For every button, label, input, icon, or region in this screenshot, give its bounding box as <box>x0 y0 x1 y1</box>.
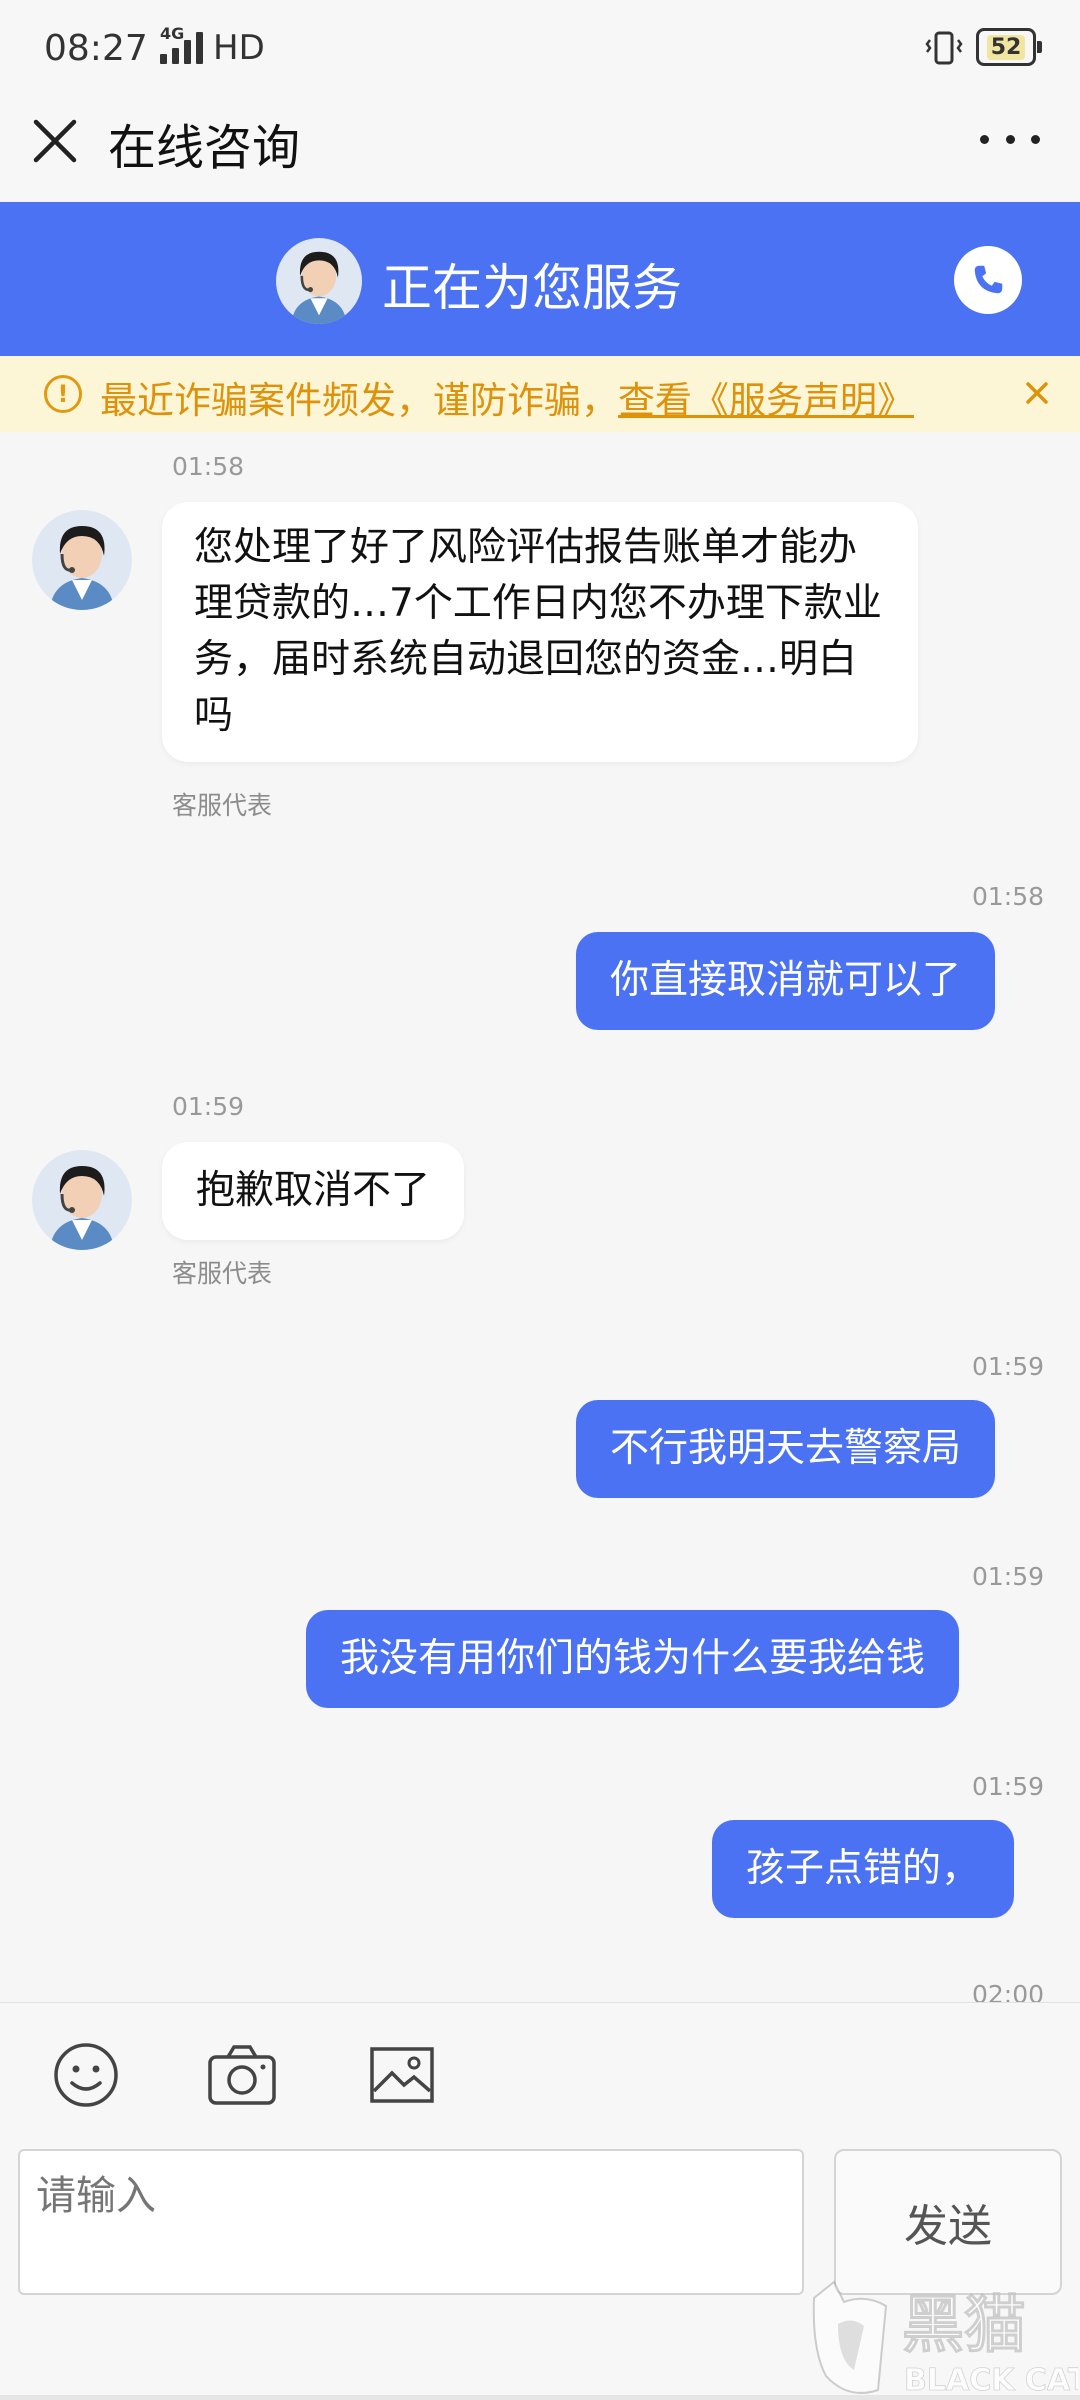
blackcat-watermark-logo: 黑猫 BLACK CAT <box>808 2280 1080 2400</box>
close-icon[interactable] <box>28 114 82 168</box>
user-message-bubble[interactable]: 孩子点错的， <box>712 1820 1015 1918</box>
more-options-icon[interactable] <box>980 124 1040 154</box>
call-button[interactable] <box>954 246 1022 314</box>
battery-level: 52 <box>986 34 1026 60</box>
title-bar: 在线咨询 <box>0 96 1080 202</box>
message-time: 01:59 <box>972 1562 1045 1591</box>
agent-avatar <box>32 510 132 610</box>
sender-role: 客服代表 <box>172 791 273 820</box>
service-header: 正在为您服务 <box>0 202 1080 356</box>
user-message-bubble[interactable]: 不行我明天去警察局 <box>576 1400 996 1498</box>
message-time: 01:59 <box>972 1772 1045 1801</box>
watermark-en: BLACK CAT <box>904 2363 1078 2398</box>
smiley-icon[interactable] <box>50 2039 122 2111</box>
service-status: 正在为您服务 <box>382 259 682 317</box>
message-input[interactable] <box>18 2149 804 2295</box>
agent-avatar <box>276 238 362 324</box>
message-time: 01:59 <box>172 1092 245 1121</box>
service-statement-link[interactable]: 查看《服务声明》 <box>618 379 914 422</box>
message-time: 01:58 <box>972 882 1045 911</box>
status-bar: 08:27 4G HD 52 <box>0 0 1080 96</box>
send-button[interactable]: 发送 <box>834 2149 1062 2295</box>
user-message-bubble[interactable]: 你直接取消就可以了 <box>576 932 996 1030</box>
hd-indicator: HD <box>213 28 265 68</box>
agent-avatar <box>32 1150 132 1250</box>
user-message-bubble[interactable]: 我没有用你们的钱为什么要我给钱 <box>306 1610 960 1708</box>
agent-message-bubble[interactable]: 您处理了好了风险评估报告账单才能办理贷款的…7个工作日内您不办理下款业务，届时系… <box>162 502 918 762</box>
message-time: 01:58 <box>172 452 245 481</box>
phone-icon <box>974 265 1003 294</box>
vibrate-icon <box>925 31 963 65</box>
message-time: 01:59 <box>972 1352 1045 1381</box>
watermark-cn: 黑猫 <box>902 2288 1026 2361</box>
status-time: 08:27 <box>44 28 148 69</box>
camera-icon[interactable] <box>206 2039 278 2111</box>
page-title: 在线咨询 <box>108 120 301 176</box>
notice-text: 最近诈骗案件频发，谨防诈骗，查看《服务声明》 <box>100 379 914 422</box>
signal-icon: 4G <box>160 24 203 64</box>
battery-icon: 52 <box>976 28 1042 66</box>
network-type: 4G <box>160 24 185 43</box>
warning-icon: ! <box>44 375 82 413</box>
notice-close-icon[interactable] <box>1018 374 1056 412</box>
agent-message-bubble[interactable]: 抱歉取消不了 <box>162 1142 465 1240</box>
sender-role: 客服代表 <box>172 1259 273 1288</box>
image-icon[interactable] <box>366 2039 438 2111</box>
fraud-notice: ! 最近诈骗案件频发，谨防诈骗，查看《服务声明》 <box>0 356 1080 432</box>
